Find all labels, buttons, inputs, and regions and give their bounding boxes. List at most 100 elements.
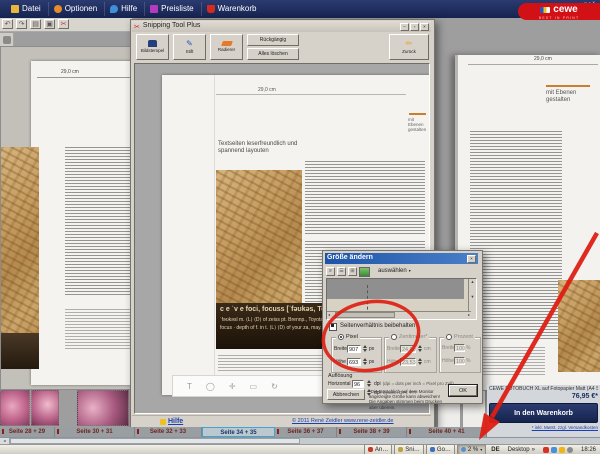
taskbar-window-button[interactable]: Sni… bbox=[394, 444, 424, 454]
height-input: 100 bbox=[454, 357, 465, 365]
menu-optionen[interactable]: Optionen bbox=[49, 2, 105, 16]
frame-tool-glyph: ▭ bbox=[250, 382, 258, 391]
align-left-icon[interactable]: ≡ bbox=[326, 267, 335, 276]
snipping-toolbar: Bildstempel ✎ Stift Radierer Rückgängig … bbox=[132, 32, 431, 62]
stamp-button[interactable]: Bildstempel bbox=[136, 34, 169, 60]
photo-dictionary-left[interactable] bbox=[1, 333, 39, 369]
horizontal-stepper[interactable] bbox=[366, 379, 372, 388]
minimize-icon[interactable]: – bbox=[400, 23, 409, 31]
page-strip-cell[interactable]: Seite 38 + 39 bbox=[337, 427, 407, 437]
radio-icon[interactable] bbox=[391, 334, 397, 340]
menu-warenkorb[interactable]: Warenkorb bbox=[202, 2, 264, 16]
height-input[interactable]: 693 bbox=[347, 358, 361, 366]
copy-icon[interactable]: ▣ bbox=[44, 19, 55, 29]
align-center-icon[interactable]: ☰ bbox=[337, 267, 346, 276]
photo-torn-pages-left[interactable] bbox=[1, 147, 39, 333]
thumbnail-flower-2[interactable] bbox=[31, 390, 59, 426]
pen-button[interactable]: ✎ Stift bbox=[173, 34, 206, 60]
scroll-thumb[interactable] bbox=[335, 312, 395, 318]
undo-icon[interactable]: ↶ bbox=[2, 19, 13, 29]
preview-image-top bbox=[327, 279, 464, 299]
menu-datei[interactable]: Datei bbox=[6, 2, 49, 16]
radio-icon[interactable] bbox=[338, 334, 344, 340]
preview-hscrollbar[interactable]: ◂▸ bbox=[327, 311, 471, 319]
rotate-tool-glyph: ↻ bbox=[271, 382, 278, 391]
close-icon[interactable]: × bbox=[420, 23, 429, 31]
taskbar-zoom-item[interactable]: 2 % ▾ bbox=[457, 444, 486, 454]
maximize-icon[interactable]: ▫ bbox=[410, 23, 419, 31]
desktop-toolbar[interactable]: Desktop » bbox=[505, 445, 538, 454]
keep-ratio-label: Seitenverhältnis beibehalten bbox=[340, 323, 415, 330]
page-strip-cell[interactable]: Seite 28 + 29 bbox=[0, 427, 55, 437]
snipping-title-bar[interactable]: ✂ Snipping Tool Plus – ▫ × bbox=[132, 21, 431, 32]
clear-all-button[interactable]: Alles löschen bbox=[247, 48, 299, 60]
page-text-block bbox=[65, 309, 139, 349]
image-icon[interactable] bbox=[359, 267, 370, 277]
cm-legend: Zentimeter* bbox=[399, 334, 427, 341]
percent-radio[interactable]: Prozent bbox=[444, 334, 475, 341]
page-strip-cell-selected[interactable]: Seite 34 + 35 bbox=[202, 427, 275, 437]
taskbar-window-button[interactable]: An… bbox=[364, 444, 392, 454]
width-stepper[interactable] bbox=[362, 344, 368, 353]
pixel-legend: Pixel bbox=[346, 334, 358, 341]
page-strip-cell[interactable]: Seite 30 + 31 bbox=[55, 427, 135, 437]
photo-dictionary-right[interactable] bbox=[558, 280, 600, 372]
percent-group: Prozent Breite 100 % Höhe 100 % bbox=[439, 337, 481, 373]
cewe-logo-text: cewe bbox=[553, 4, 577, 16]
grid-icon[interactable]: ⊞ bbox=[348, 267, 357, 276]
menu-label: Datei bbox=[22, 4, 41, 14]
page-strip-cell[interactable]: Seite 40 + 41 bbox=[407, 427, 487, 437]
tray-icon-blue[interactable] bbox=[551, 447, 557, 453]
width-input[interactable]: 907 bbox=[347, 345, 361, 353]
help-link-row[interactable]: Hilfe bbox=[160, 418, 183, 426]
select-dropdown[interactable]: auswählen▾ bbox=[378, 268, 411, 275]
help-link[interactable]: Hilfe bbox=[168, 418, 183, 426]
close-icon[interactable]: × bbox=[467, 255, 476, 263]
checkbox-icon[interactable] bbox=[329, 323, 337, 331]
undo-button[interactable]: Rückgängig bbox=[247, 34, 299, 46]
height-label: Höhe bbox=[387, 359, 399, 365]
pixel-radio[interactable]: Pixel bbox=[336, 334, 360, 341]
menu-preisliste[interactable]: Preisliste bbox=[145, 2, 201, 16]
dialog-title-bar[interactable]: Größe ändern × bbox=[325, 253, 478, 264]
keep-ratio-row[interactable]: Seitenverhältnis beibehalten bbox=[329, 323, 415, 331]
horizontal-input[interactable]: 96 bbox=[352, 380, 364, 388]
height-stepper bbox=[417, 357, 423, 366]
pricelist-icon bbox=[150, 5, 158, 13]
thumbnail-flower-3[interactable] bbox=[77, 390, 129, 426]
menu-label: Hilfe bbox=[121, 4, 137, 14]
taskbar-button-label: Go… bbox=[437, 447, 451, 453]
credit-link[interactable]: © 2011 René Zeidler www.rene-zeidler.de bbox=[292, 418, 393, 425]
taskbar-window-button[interactable]: Go… bbox=[426, 444, 455, 454]
menu-hilfe[interactable]: Hilfe bbox=[105, 2, 145, 16]
thumbnail-flower-1[interactable] bbox=[0, 390, 30, 426]
cancel-button[interactable]: Abbrechen bbox=[327, 389, 365, 400]
radio-icon[interactable] bbox=[446, 334, 452, 340]
add-to-cart-button[interactable]: In den Warenkorb bbox=[489, 403, 598, 423]
save-icon[interactable]: ▤ bbox=[30, 19, 41, 29]
tray-icon-gray[interactable] bbox=[567, 447, 573, 453]
tray-icon-red[interactable] bbox=[543, 447, 549, 453]
ok-button[interactable]: OK bbox=[449, 385, 477, 396]
px-unit: px bbox=[369, 346, 374, 352]
back-button[interactable]: ✏ Zurück bbox=[389, 34, 429, 60]
cewe-tagline: BEST IN PRINT bbox=[539, 16, 580, 20]
ruler-line bbox=[468, 64, 598, 65]
screen: Datei Optionen Hilfe Preisliste Warenkor… bbox=[0, 0, 600, 454]
cm-radio[interactable]: Zentimeter* bbox=[389, 334, 429, 341]
language-indicator[interactable]: DE bbox=[488, 445, 502, 454]
horizontal-label: Horizontal bbox=[328, 381, 350, 387]
eraser-button[interactable]: Radierer bbox=[210, 34, 243, 60]
crop-icon[interactable]: ✂ bbox=[58, 19, 69, 29]
capture-heading: Textseiten leserfreundlich und spannend … bbox=[218, 141, 323, 155]
photo-torn-pages[interactable] bbox=[216, 170, 302, 315]
redo-icon[interactable]: ↷ bbox=[16, 19, 27, 29]
strip-scrollbar[interactable]: ◂ bbox=[0, 437, 600, 444]
page-strip-cell[interactable]: Seite 32 + 33 bbox=[135, 427, 202, 437]
clock[interactable]: 18:26 bbox=[578, 445, 599, 454]
height-stepper[interactable] bbox=[362, 357, 368, 366]
vat-link[interactable]: * inkl. MwSt. zzgl. Versandkosten bbox=[489, 425, 598, 430]
page-strip-cell[interactable]: Seite 36 + 37 bbox=[275, 427, 337, 437]
select-tool-icon[interactable] bbox=[3, 36, 11, 44]
tray-icon-yellow[interactable] bbox=[559, 447, 565, 453]
